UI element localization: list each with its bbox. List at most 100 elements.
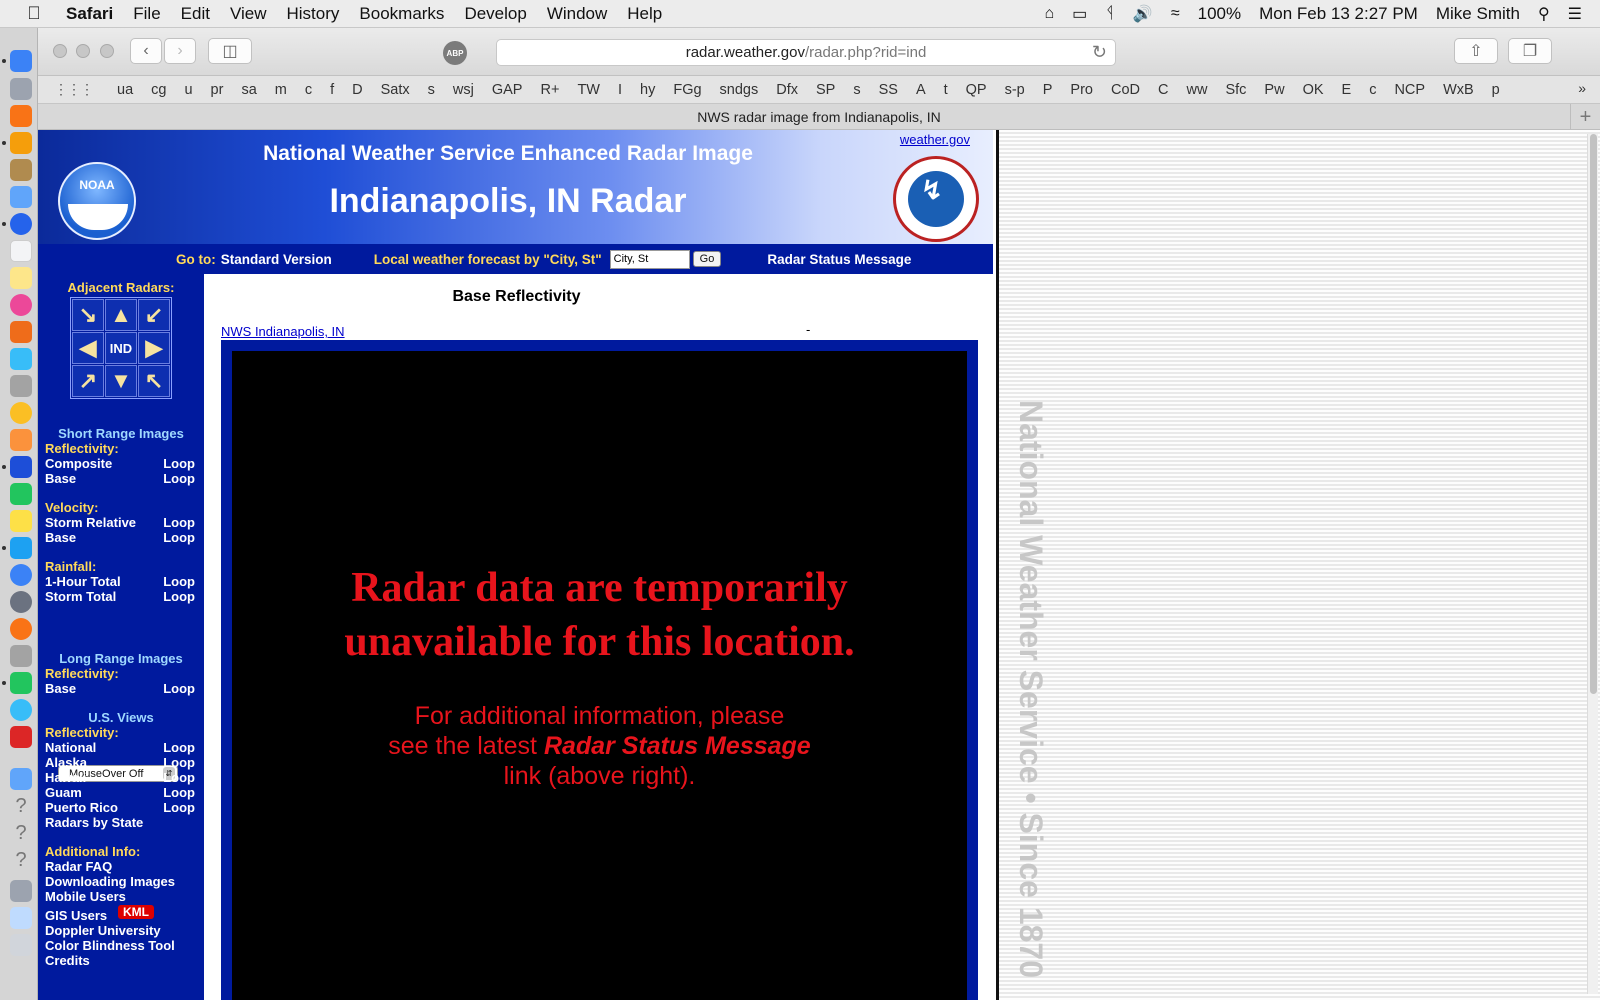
bookmark-item[interactable]: C	[1158, 82, 1168, 98]
back-button[interactable]: ‹	[130, 38, 162, 64]
address-bar[interactable]: radar.weather.gov/radar.php?rid=ind ↻	[496, 39, 1116, 66]
arrow-west-icon[interactable]: ◀	[72, 332, 104, 364]
bookmark-item[interactable]: QP	[966, 82, 987, 98]
trash-icon[interactable]	[10, 934, 32, 956]
bookmarks-overflow-icon[interactable]: »	[1578, 80, 1586, 96]
unknown-app-icon[interactable]: ?	[10, 795, 32, 817]
menu-window[interactable]: Window	[547, 4, 607, 24]
stickies-icon[interactable]	[10, 267, 32, 289]
screenshot-icon[interactable]	[10, 880, 32, 902]
bookmark-item[interactable]: WxB	[1443, 82, 1474, 98]
bookmark-item[interactable]: GAP	[492, 82, 523, 98]
nws-logo-icon[interactable]: ↯	[893, 156, 979, 242]
puerto-rico-link[interactable]: Puerto Rico	[45, 800, 118, 815]
kml-badge[interactable]: KML	[118, 905, 154, 919]
spotlight-search-icon[interactable]: ⚲	[1538, 4, 1550, 24]
pages-icon[interactable]	[10, 429, 32, 451]
menu-view[interactable]: View	[230, 4, 267, 24]
firefox-icon[interactable]	[10, 105, 32, 127]
preview-icon[interactable]	[10, 186, 32, 208]
volume-icon[interactable]: 🔊	[1133, 4, 1153, 24]
bookmark-item[interactable]: c	[305, 82, 312, 98]
storm-relative-link[interactable]: Storm Relative	[45, 515, 136, 530]
bluetooth-icon[interactable]: ᛩ	[1105, 5, 1115, 23]
arrow-south-icon[interactable]: ▼	[105, 365, 137, 397]
downloading-images-link[interactable]: Downloading Images	[45, 874, 175, 889]
bookmark-item[interactable]: I	[618, 82, 622, 98]
credits-link[interactable]: Credits	[45, 953, 90, 968]
show-tabs-button[interactable]: ❐	[1508, 38, 1552, 64]
color-blindness-tool-link[interactable]: Color Blindness Tool	[45, 938, 175, 953]
mobile-users-link[interactable]: Mobile Users	[45, 889, 126, 904]
bookmark-item[interactable]: sa	[241, 82, 256, 98]
share-button[interactable]: ⇧	[1454, 38, 1498, 64]
menu-develop[interactable]: Develop	[464, 4, 526, 24]
base-link[interactable]: Base	[45, 471, 76, 486]
arrow-north-icon[interactable]: ▲	[105, 299, 137, 331]
menu-help[interactable]: Help	[627, 4, 662, 24]
city-state-input[interactable]	[609, 249, 690, 269]
forward-button[interactable]: ›	[164, 38, 196, 64]
top-sites-grid-icon[interactable]: ⋮⋮⋮	[54, 81, 94, 98]
menu-history[interactable]: History	[287, 4, 340, 24]
storm-total-loop-link[interactable]: Loop	[163, 589, 195, 604]
bookmark-item[interactable]: s-p	[1005, 82, 1025, 98]
puerto-rico-loop-link[interactable]: Loop	[163, 800, 195, 815]
bookmark-item[interactable]: hy	[640, 82, 655, 98]
base-loop-link[interactable]: Loop	[163, 471, 195, 486]
sidebar-toggle-button[interactable]: ◫	[208, 38, 252, 64]
calendar-icon[interactable]	[10, 240, 32, 262]
bookmark-item[interactable]: R+	[540, 82, 559, 98]
long-base-link[interactable]: Base	[45, 681, 76, 696]
bookmark-item[interactable]: s	[428, 82, 435, 98]
arrow-southeast-icon[interactable]: ↖	[138, 365, 170, 397]
radar-status-message-link[interactable]: Radar Status Message	[767, 252, 911, 267]
close-window-button[interactable]	[53, 44, 67, 58]
bookmark-item[interactable]: ua	[117, 82, 133, 98]
unknown-app-icon[interactable]: ?	[10, 822, 32, 844]
bookmark-item[interactable]: pr	[211, 82, 224, 98]
keynote-app-icon[interactable]	[10, 645, 32, 667]
ibooks-icon[interactable]	[10, 618, 32, 640]
bookmark-item[interactable]: A	[916, 82, 926, 98]
bookmark-item[interactable]: u	[184, 82, 192, 98]
bookmark-item[interactable]: s	[853, 82, 860, 98]
arrow-northeast-icon[interactable]: ↙	[138, 299, 170, 331]
battery-percent[interactable]: 100%	[1198, 4, 1241, 24]
bookmark-item[interactable]: TW	[577, 82, 600, 98]
hawaii-link[interactable]: Hawaii	[45, 770, 86, 785]
brave-icon[interactable]	[10, 321, 32, 343]
bookmark-item[interactable]: FGg	[673, 82, 701, 98]
system-preferences-icon[interactable]	[10, 591, 32, 613]
airplay-icon[interactable]: ▭	[1072, 4, 1087, 24]
gis-users-link[interactable]: GIS Users	[45, 908, 107, 923]
composite-link[interactable]: Composite	[45, 456, 112, 471]
clock[interactable]: Mon Feb 13 2:27 PM	[1259, 4, 1418, 24]
app-icon[interactable]	[10, 348, 32, 370]
reload-icon[interactable]: ↻	[1092, 42, 1107, 63]
bookmark-item[interactable]: c	[1369, 82, 1376, 98]
bookmark-item[interactable]: P	[1043, 82, 1053, 98]
alaska-loop-link[interactable]: Loop	[163, 755, 195, 770]
user-name[interactable]: Mike Smith	[1436, 4, 1520, 24]
bookmark-item[interactable]: cg	[151, 82, 166, 98]
chrome-icon[interactable]	[10, 132, 32, 154]
composite-loop-link[interactable]: Loop	[163, 456, 195, 471]
bookmark-item[interactable]: SP	[816, 82, 835, 98]
bookmark-item[interactable]: m	[275, 82, 287, 98]
zoom-window-button[interactable]	[100, 44, 114, 58]
bookmark-item[interactable]: Dfx	[776, 82, 798, 98]
bookmark-item[interactable]: SS	[879, 82, 898, 98]
wifi-icon[interactable]: ≈	[1171, 5, 1180, 23]
launchpad-icon[interactable]	[10, 78, 32, 100]
storm-total-link[interactable]: Storm Total	[45, 589, 116, 604]
arrow-east-icon[interactable]: ▶	[138, 332, 170, 364]
alaska-link[interactable]: Alaska	[45, 755, 87, 770]
one-hour-total-link[interactable]: 1-Hour Total	[45, 574, 121, 589]
bookmark-item[interactable]: Sfc	[1225, 82, 1246, 98]
radars-by-state-link[interactable]: Radars by State	[45, 815, 143, 830]
velocity-base-loop-link[interactable]: Loop	[163, 530, 195, 545]
stickies-app-icon[interactable]	[10, 510, 32, 532]
word-icon[interactable]	[10, 456, 32, 478]
finder-icon[interactable]	[10, 50, 32, 72]
